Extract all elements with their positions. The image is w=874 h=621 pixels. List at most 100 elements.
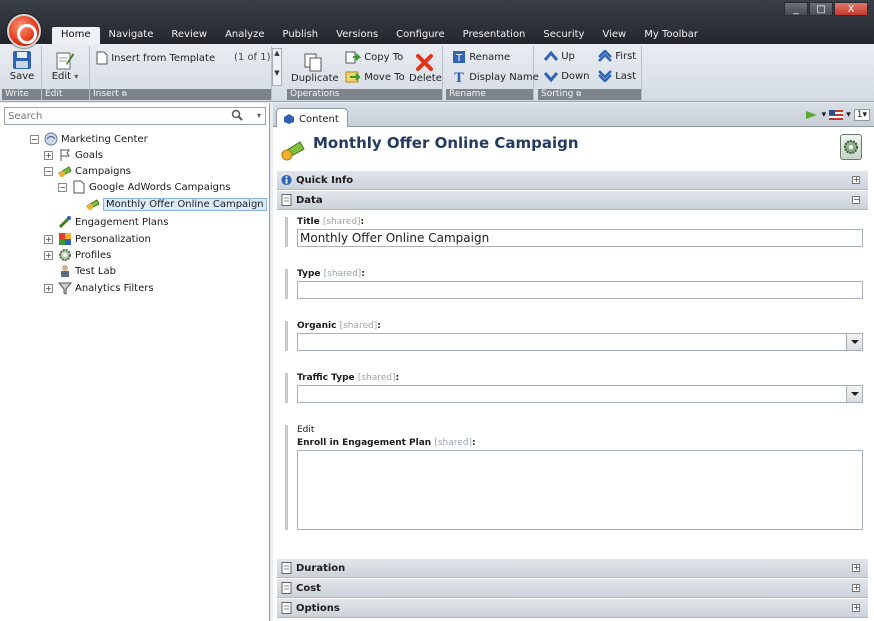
tree-item-analytics-filters[interactable]: + Analytics Filters	[44, 280, 154, 296]
first-label: First	[615, 51, 637, 62]
duplicate-button[interactable]: Duplicate	[291, 52, 339, 84]
minimize-button[interactable]: _	[784, 2, 808, 16]
section-cost[interactable]: Cost +	[277, 579, 868, 598]
tree-item-personalization[interactable]: + Personalization	[44, 231, 151, 247]
section-data[interactable]: Data −	[277, 191, 868, 210]
section-title: Duration	[296, 562, 346, 574]
tree-label: Marketing Center	[61, 133, 148, 145]
expand-icon[interactable]: +	[44, 250, 53, 260]
window-controls: _ □ X	[784, 2, 868, 16]
insert-template-label: Insert from Template	[111, 53, 216, 64]
tab-versions[interactable]: Versions	[327, 27, 387, 44]
edit-button[interactable]: Edit ▾	[50, 50, 80, 82]
expand-section-icon[interactable]: +	[852, 604, 860, 612]
copy-to-label: Copy To	[364, 52, 404, 63]
edit-link[interactable]: Edit	[297, 425, 865, 435]
tree-item-google-adwords[interactable]: − Google AdWords Campaigns	[58, 179, 231, 195]
tab-navigate[interactable]: Navigate	[100, 27, 163, 44]
content-tab-label: Content	[299, 113, 339, 125]
tree-item-test-lab[interactable]: Test Lab	[58, 263, 116, 279]
tab-review[interactable]: Review	[162, 27, 216, 44]
organic-select[interactable]	[297, 333, 863, 351]
tab-analyze[interactable]: Analyze	[216, 27, 273, 44]
tree-item-profiles[interactable]: + Profiles	[44, 247, 111, 263]
tab-home[interactable]: Home	[52, 27, 100, 44]
type-input[interactable]	[297, 281, 863, 299]
edit-icon	[56, 52, 74, 70]
insert-gallery-scroll[interactable]: ▲ ▼	[272, 48, 282, 86]
tab-presentation[interactable]: Presentation	[454, 27, 535, 44]
marketing-center-icon	[44, 132, 58, 146]
tree-item-campaigns[interactable]: − Campaigns	[44, 163, 131, 179]
last-button[interactable]: Last	[598, 70, 636, 82]
dropdown-arrow-icon[interactable]	[846, 334, 862, 350]
save-icon	[13, 51, 31, 69]
scroll-down-icon[interactable]: ▼	[273, 69, 281, 77]
personalization-icon	[59, 233, 71, 245]
tree-item-monthly-offer[interactable]: Monthly Offer Online Campaign	[86, 196, 267, 212]
collapse-icon[interactable]: −	[30, 134, 39, 144]
copy-to-button[interactable]: Copy To	[345, 50, 403, 64]
collapse-icon[interactable]: −	[44, 166, 53, 176]
collapse-icon[interactable]: −	[58, 182, 67, 192]
search-input[interactable]	[5, 108, 215, 124]
field-traffic-type: Traffic Type [shared]:	[285, 373, 865, 403]
language-dropdown-icon[interactable]: ▾	[846, 110, 851, 120]
close-button[interactable]: X	[834, 2, 868, 16]
item-settings-icon[interactable]	[840, 134, 862, 160]
maximize-button[interactable]: □	[809, 2, 833, 16]
ribbon: Save Write Edit ▾ Edit Insert from Templ…	[0, 44, 874, 102]
shared-marker: [shared]	[434, 438, 473, 448]
first-button[interactable]: First	[598, 50, 636, 62]
engagement-plan-icon	[58, 216, 71, 229]
application-menu-button[interactable]	[7, 14, 41, 48]
tab-configure[interactable]: Configure	[387, 27, 453, 44]
up-button[interactable]: Up	[544, 50, 575, 62]
field-label: Organic [shared]:	[297, 321, 381, 331]
group-insert-title: Insert	[93, 89, 119, 99]
tree-item-goals[interactable]: + Goals	[44, 147, 103, 163]
expand-section-icon[interactable]: +	[852, 564, 860, 572]
save-button[interactable]: Save	[8, 50, 36, 82]
title-input[interactable]: Monthly Offer Online Campaign	[297, 229, 863, 247]
tree-item-engagement-plans[interactable]: Engagement Plans	[58, 214, 168, 230]
campaign-icon	[58, 166, 72, 177]
traffic-type-select[interactable]	[297, 385, 863, 403]
down-button[interactable]: Down	[544, 70, 590, 82]
tab-my-toolbar[interactable]: My Toolbar	[635, 27, 707, 44]
expand-icon[interactable]: +	[44, 283, 53, 293]
title-bar: _ □ X Home Navigate Review Analyze Publi…	[0, 0, 874, 48]
expand-icon[interactable]: +	[44, 150, 53, 160]
delete-button[interactable]: Delete	[409, 52, 442, 84]
version-selector[interactable]: 1▾	[853, 109, 870, 121]
insert-from-template-button[interactable]: Insert from Template	[96, 51, 215, 65]
search-options-dropdown-icon[interactable]: ▾	[257, 111, 261, 120]
tree-item-marketing-center[interactable]: − Marketing Center	[30, 131, 148, 147]
version-number: 1	[856, 110, 863, 120]
tab-security[interactable]: Security	[534, 27, 593, 44]
rename-button[interactable]: T Rename	[452, 50, 510, 64]
enroll-engagement-list[interactable]	[297, 450, 863, 530]
expand-icon[interactable]: +	[44, 234, 53, 244]
tab-view[interactable]: View	[593, 27, 635, 44]
section-duration[interactable]: Duration +	[277, 559, 868, 578]
expand-section-icon[interactable]: +	[852, 176, 860, 184]
navigate-arrow-icon[interactable]	[805, 109, 819, 121]
search-icon[interactable]	[231, 109, 243, 121]
group-write-label: Write	[2, 89, 41, 100]
move-to-button[interactable]: Move To	[345, 70, 405, 84]
dropdown-arrow-icon[interactable]	[846, 386, 862, 402]
tab-publish[interactable]: Publish	[273, 27, 327, 44]
scroll-up-icon[interactable]: ▲	[273, 49, 281, 57]
sorting-dialog-launcher-icon[interactable]: ⧉	[576, 90, 581, 98]
dialog-launcher-icon[interactable]: ⧉	[122, 90, 127, 98]
tab-content[interactable]: Content	[276, 108, 348, 127]
section-quick-info[interactable]: Quick Info +	[277, 171, 868, 190]
display-name-button[interactable]: T Display Name	[452, 70, 539, 84]
navigate-dropdown-icon[interactable]: ▾	[822, 110, 827, 120]
save-label: Save	[9, 71, 35, 82]
collapse-section-icon[interactable]: −	[852, 196, 860, 204]
expand-section-icon[interactable]: +	[852, 584, 860, 592]
section-options[interactable]: Options +	[277, 599, 868, 618]
language-flag-icon[interactable]	[829, 110, 844, 120]
